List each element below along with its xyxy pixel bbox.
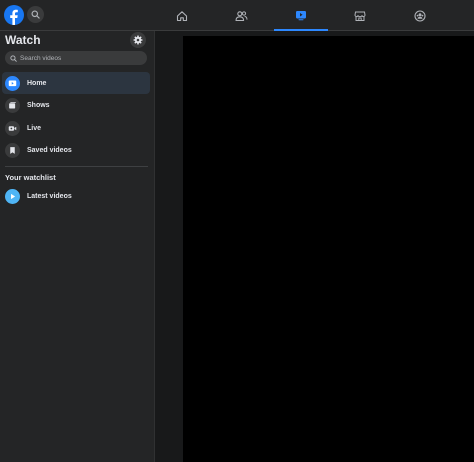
sidebar-item-label: Home — [27, 79, 47, 87]
search-icon — [10, 54, 17, 62]
facebook-logo-icon[interactable] — [4, 5, 24, 25]
tab-home[interactable] — [155, 0, 209, 31]
watchlist-item-latest-videos[interactable]: Latest videos — [2, 185, 150, 207]
sidebar-item-label: Shows — [27, 101, 50, 109]
play-icon — [5, 188, 20, 204]
watch-icon — [296, 10, 306, 20]
tab-marketplace[interactable] — [333, 0, 387, 31]
watchlist-heading: Your watchlist — [5, 173, 56, 182]
home-icon — [176, 10, 188, 21]
top-navigation-bar — [0, 0, 474, 31]
search-icon — [31, 10, 40, 19]
tab-friends[interactable] — [214, 0, 268, 31]
sidebar-item-label: Live — [27, 124, 42, 132]
tab-watch[interactable] — [274, 0, 328, 31]
sidebar-item-live[interactable]: Live — [2, 117, 150, 139]
watchlist-item-label: Latest videos — [27, 192, 72, 200]
friends-icon — [234, 10, 247, 21]
sidebar-item-label: Saved videos — [27, 146, 72, 154]
bookmark-icon — [5, 142, 20, 158]
live-icon — [5, 120, 20, 136]
search-button[interactable] — [27, 6, 44, 23]
settings-button[interactable] — [130, 32, 146, 48]
gear-icon — [133, 35, 143, 45]
sidebar-item-shows[interactable]: Shows — [2, 94, 150, 116]
page-title: Watch — [5, 33, 41, 47]
search-videos-input[interactable] — [20, 54, 140, 62]
shows-icon — [5, 97, 20, 113]
watch-sidebar: Watch Home — [0, 31, 155, 462]
video-player[interactable] — [183, 36, 474, 462]
marketplace-icon — [354, 11, 366, 21]
groups-icon — [414, 9, 426, 22]
sidebar-item-saved-videos[interactable]: Saved videos — [2, 139, 150, 161]
tab-groups[interactable] — [393, 0, 447, 31]
sidebar-item-home[interactable]: Home — [2, 72, 150, 94]
main-content — [155, 31, 474, 462]
search-videos-field[interactable] — [5, 51, 147, 65]
sidebar-divider — [5, 166, 148, 167]
watch-home-icon — [5, 75, 20, 91]
